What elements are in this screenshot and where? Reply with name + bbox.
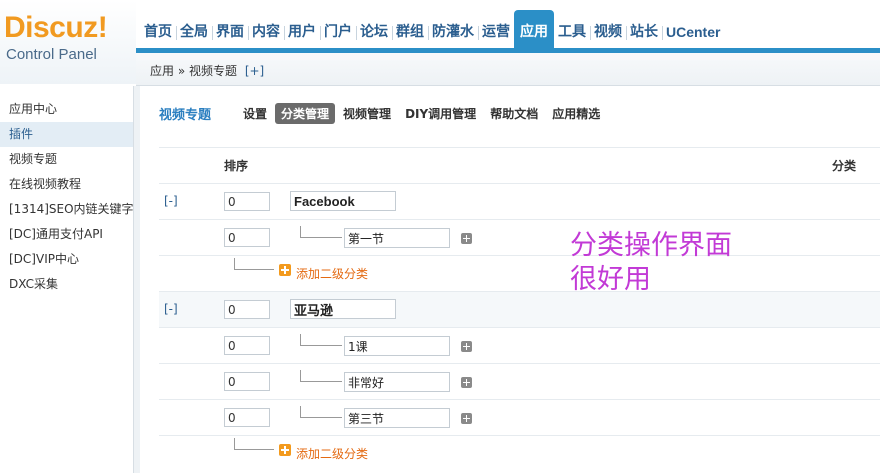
table-row: [-]: [159, 292, 880, 328]
breadcrumb-bar: 应用 » 视频专题 [+]: [136, 53, 880, 86]
order-input[interactable]: [224, 336, 270, 355]
add-subcategory-link[interactable]: 添加二级分类: [296, 265, 368, 282]
add-subcategory-link[interactable]: 添加二级分类: [296, 445, 368, 462]
header: Discuz! Control Panel 首页 全局 界面 内容 用户 门户 …: [0, 0, 880, 84]
topnav-portal[interactable]: 门户: [320, 18, 356, 48]
sidebar-item-video-topic[interactable]: 视频专题: [0, 147, 133, 172]
breadcrumb-add-link[interactable]: [+]: [245, 64, 264, 78]
topnav-groups[interactable]: 群组: [392, 18, 428, 48]
topnav-tools[interactable]: 工具: [554, 18, 590, 48]
divider: [159, 147, 880, 148]
sidebar-item-app-center[interactable]: 应用中心: [0, 97, 133, 122]
sub-nav: 视频专题 设置 分类管理 视频管理 DIY调用管理 帮助文档 应用精选: [159, 102, 608, 124]
logo-brand: Discuz!: [4, 11, 108, 44]
main-content: 视频专题 设置 分类管理 视频管理 DIY调用管理 帮助文档 应用精选 排序 分…: [140, 86, 880, 473]
tab-featured-apps[interactable]: 应用精选: [546, 103, 606, 124]
table-row: [159, 364, 880, 400]
annotation-line-1: 分类操作界面: [570, 230, 732, 261]
table-row: 添加二级分类: [159, 436, 880, 472]
table-row: [-]: [159, 184, 880, 220]
subcategory-name-input[interactable]: [344, 408, 450, 428]
tree-line: [234, 438, 235, 449]
top-nav: 首页 全局 界面 内容 用户 门户 论坛 群组 防灌水 运营 应用 工具 视频 …: [140, 10, 724, 48]
collapse-toggle[interactable]: [-]: [164, 194, 178, 208]
collapse-toggle[interactable]: [-]: [164, 302, 178, 316]
sidebar-divider: [133, 86, 140, 473]
add-item-icon[interactable]: [461, 377, 472, 388]
topnav-ucenter[interactable]: UCenter: [662, 18, 724, 48]
topnav-operations[interactable]: 运营: [478, 18, 514, 48]
sidebar-item-vip-center[interactable]: [DC]VIP中心: [0, 247, 133, 272]
table-row: [159, 220, 880, 256]
breadcrumb: 应用 » 视频专题 [+]: [150, 62, 264, 79]
tree-line: [234, 258, 235, 269]
tree-line: [300, 237, 342, 238]
topnav-global[interactable]: 全局: [176, 18, 212, 48]
tab-video-management[interactable]: 视频管理: [337, 103, 397, 124]
breadcrumb-path: 应用 » 视频专题: [150, 64, 237, 78]
order-input[interactable]: [224, 192, 270, 211]
table-row: [159, 400, 880, 436]
subcategory-name-input[interactable]: [344, 336, 450, 356]
sidebar-item-seo-keywords[interactable]: [1314]SEO内链关键字: [0, 197, 133, 222]
add-item-icon[interactable]: [461, 413, 472, 424]
sidebar-item-plugins[interactable]: 插件: [0, 122, 133, 147]
tree-line: [234, 449, 274, 450]
topnav-apps[interactable]: 应用: [514, 10, 554, 48]
topnav-forum[interactable]: 论坛: [356, 18, 392, 48]
tree-line: [234, 269, 274, 270]
subcategory-name-input[interactable]: [344, 228, 450, 248]
annotation-text: 分类操作界面 很好用: [570, 229, 732, 297]
topnav-webmaster[interactable]: 站长: [626, 18, 662, 48]
logo[interactable]: Discuz! Control Panel: [2, 10, 134, 80]
add-item-icon[interactable]: [461, 341, 472, 352]
order-input[interactable]: [224, 408, 270, 427]
order-input[interactable]: [224, 300, 270, 319]
topnav-content[interactable]: 内容: [248, 18, 284, 48]
order-input[interactable]: [224, 372, 270, 391]
topnav-interface[interactable]: 界面: [212, 18, 248, 48]
topnav-users[interactable]: 用户: [284, 18, 320, 48]
column-header-order: 排序: [224, 159, 249, 173]
tab-settings[interactable]: 设置: [237, 103, 273, 124]
add-item-icon[interactable]: [461, 233, 472, 244]
order-input[interactable]: [224, 228, 270, 247]
topnav-antispam[interactable]: 防灌水: [428, 18, 478, 48]
tree-line: [300, 417, 342, 418]
tree-line: [300, 345, 342, 346]
sidebar-item-video-tutorial[interactable]: 在线视频教程: [0, 172, 133, 197]
category-name-input[interactable]: [290, 191, 396, 211]
table-row: 添加二级分类: [159, 256, 880, 292]
tab-diy-management[interactable]: DIY调用管理: [399, 103, 482, 124]
tab-category-management[interactable]: 分类管理: [275, 102, 336, 124]
sidebar: 应用中心 插件 视频专题 在线视频教程 [1314]SEO内链关键字 [DC]通…: [0, 86, 133, 473]
tab-help-docs[interactable]: 帮助文档: [484, 103, 544, 124]
add-subcategory-icon[interactable]: [279, 444, 291, 456]
tree-line: [300, 381, 342, 382]
subcategory-name-input[interactable]: [344, 372, 450, 392]
logo-subtitle: Control Panel: [6, 46, 97, 63]
sidebar-item-payment-api[interactable]: [DC]通用支付API: [0, 222, 133, 247]
column-header-category: 分类: [832, 159, 857, 173]
topnav-video[interactable]: 视频: [590, 18, 626, 48]
annotation-line-2: 很好用: [570, 264, 651, 295]
topnav-home[interactable]: 首页: [140, 18, 176, 48]
category-name-input[interactable]: [290, 299, 396, 319]
sidebar-item-dxc[interactable]: DXC采集: [0, 272, 133, 297]
section-title: 视频专题: [159, 107, 212, 123]
table-row: [159, 328, 880, 364]
add-subcategory-icon[interactable]: [279, 264, 291, 276]
